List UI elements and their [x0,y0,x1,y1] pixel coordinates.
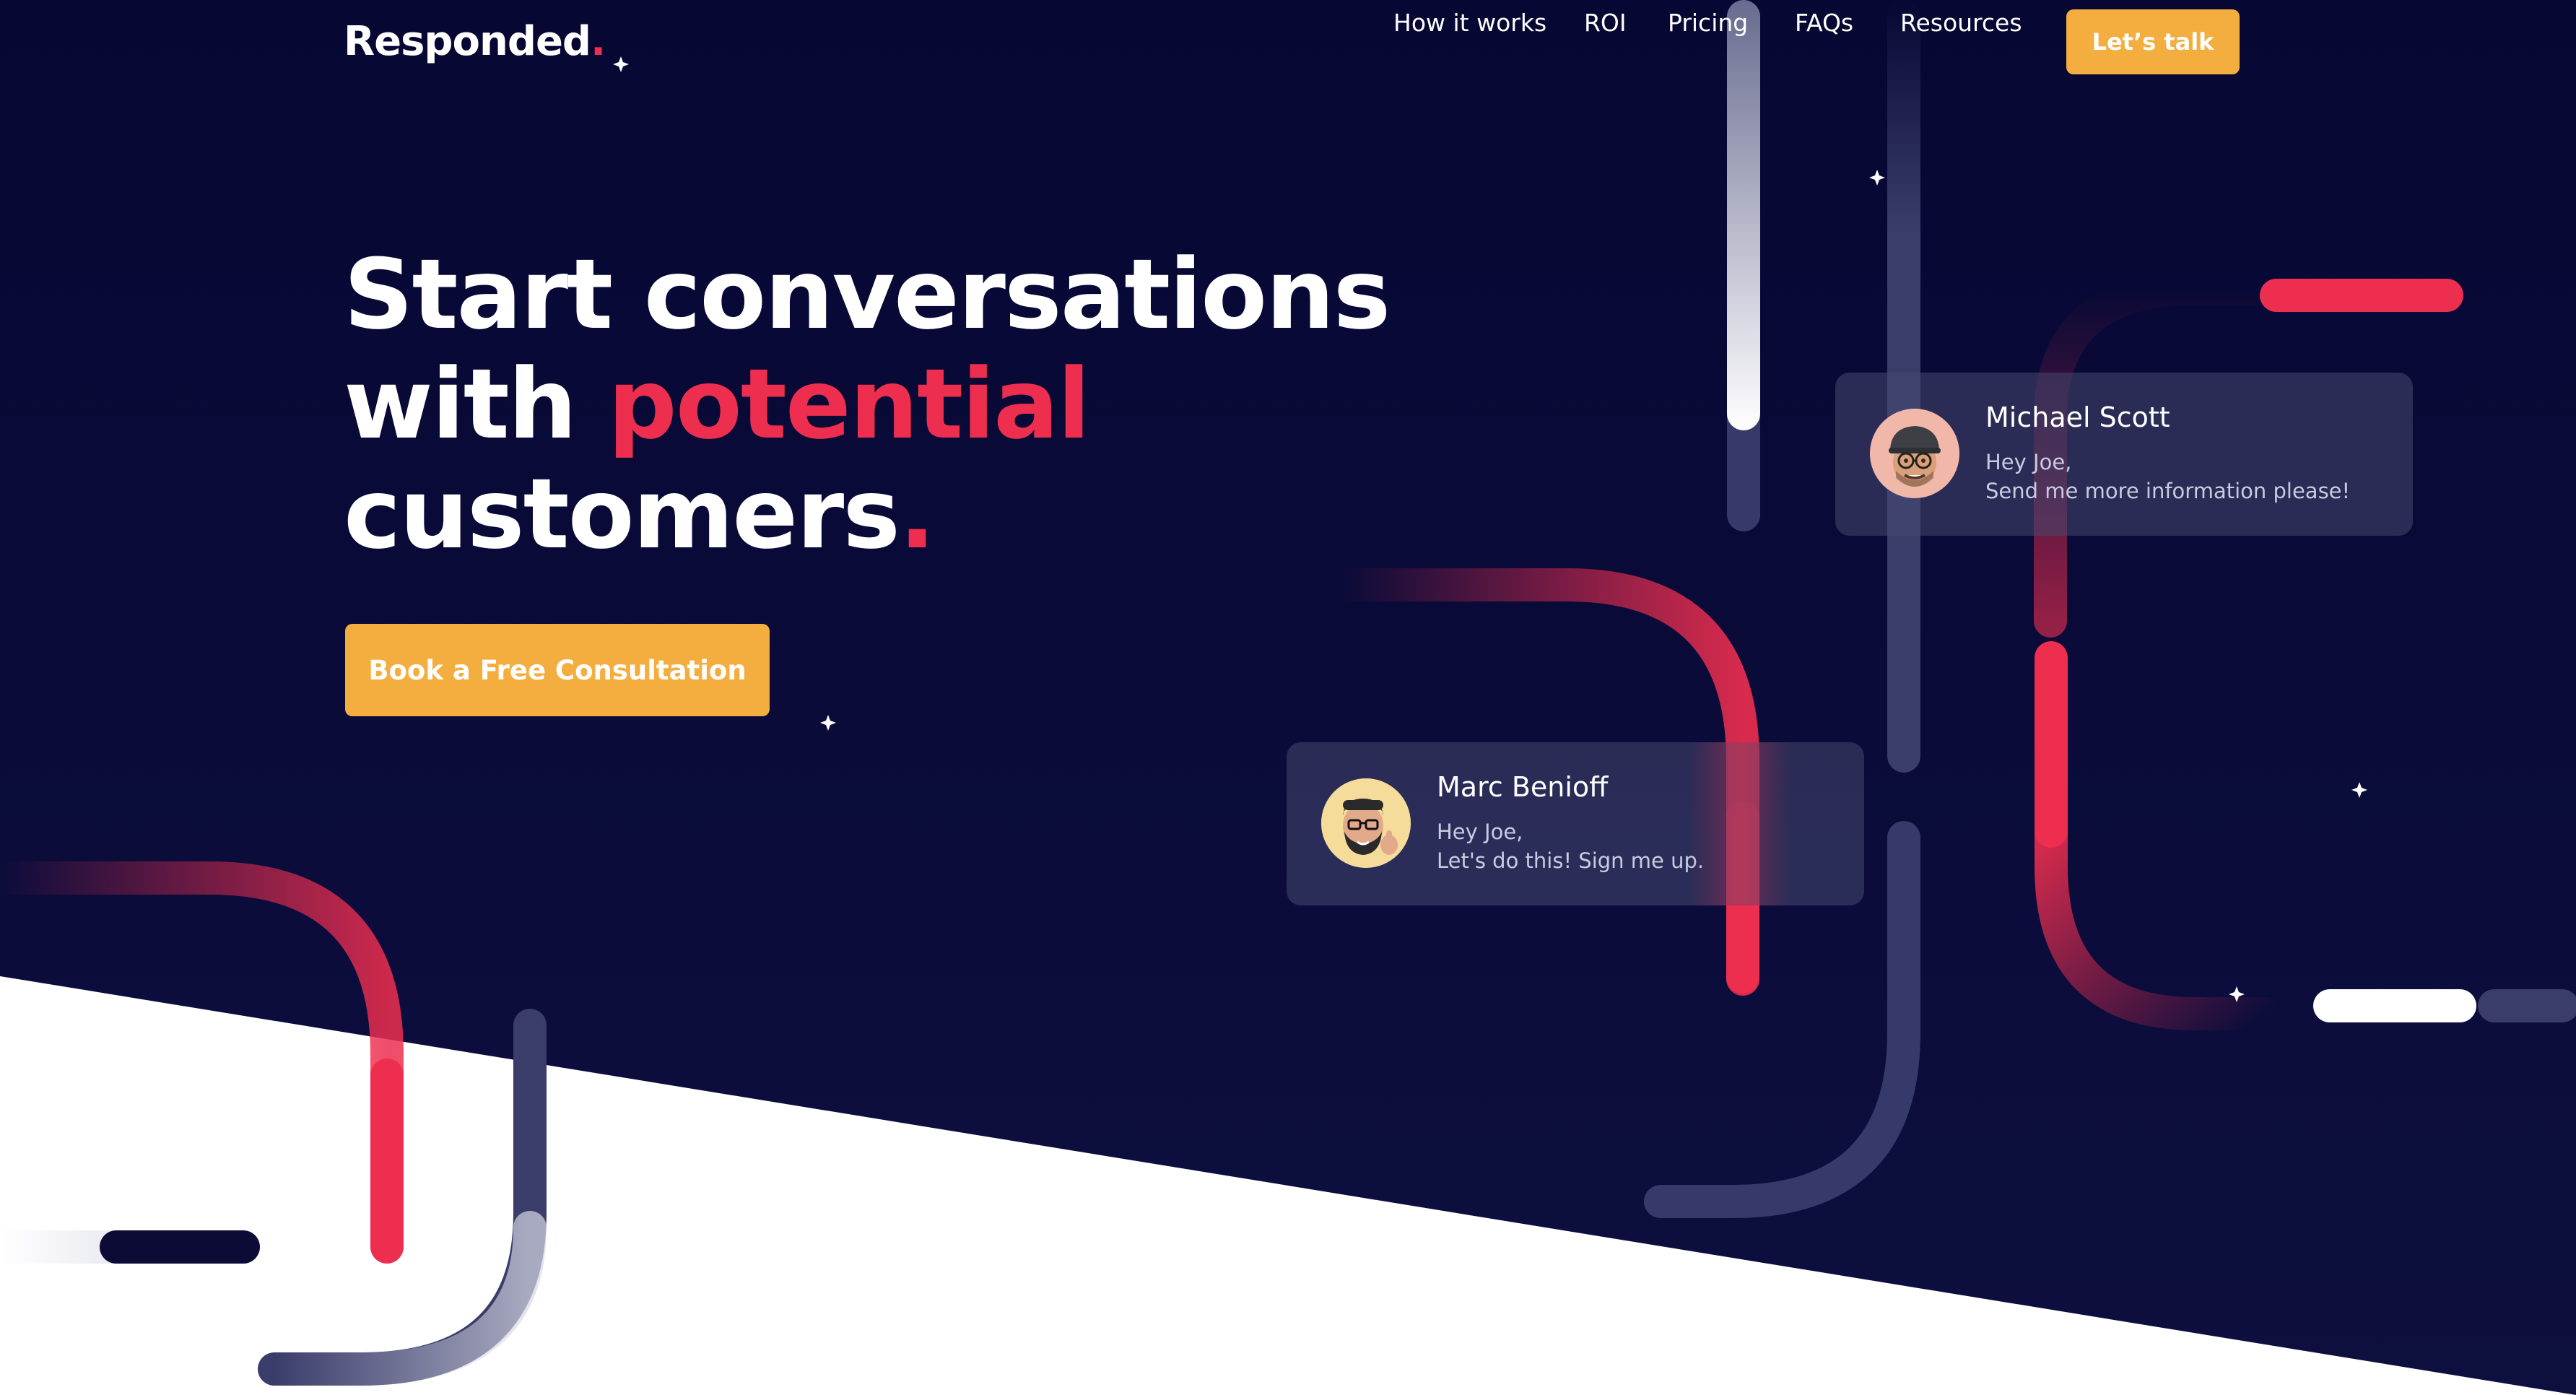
nav-link-roi[interactable]: ROI [1584,4,1627,42]
message-card-michael-scott: Michael Scott Hey Joe, Send me more info… [1835,373,2413,536]
message-greeting: Hey Joe, [1437,820,1523,844]
hero-line-1: Start conversations [344,238,1391,351]
nav-link-pricing[interactable]: Pricing [1668,4,1748,42]
nav-link-how-it-works[interactable]: How it works [1393,4,1546,42]
message-greeting: Hey Joe, [1985,450,2072,474]
top-navbar: Responded. How it works ROI Pricing FAQs… [0,0,2576,87]
hero-line-2-accent: potential [607,348,1091,461]
book-consultation-button[interactable]: Book a Free Consultation [345,624,770,716]
landing-page: Responded. How it works ROI Pricing FAQs… [0,0,2576,1395]
hero-headline: Start conversations with potential custo… [344,238,1391,570]
hero-line-3: customers [344,458,900,570]
brand-logo[interactable]: Responded. [344,16,606,68]
brand-name: Responded [344,18,591,65]
brand-dot: . [591,18,606,65]
lets-talk-button[interactable]: Let’s talk [2066,9,2240,74]
nav-link-faqs[interactable]: FAQs [1795,4,1853,42]
message-body: Send me more information please! [1985,479,2351,503]
message-body: Let's do this! Sign me up. [1437,848,1705,873]
nav-link-resources[interactable]: Resources [1900,4,2022,42]
sender-name: Michael Scott [1985,401,2170,433]
card-overlay-line [1689,742,1790,905]
hero-line-3-dot: . [899,458,936,570]
memoji-man-beard-thumbsup-icon [1321,778,1411,868]
hero-line-2-prefix: with [344,348,608,461]
memoji-man-cap-glasses-icon [1870,409,1959,498]
sender-name: Marc Benioff [1437,771,1609,803]
